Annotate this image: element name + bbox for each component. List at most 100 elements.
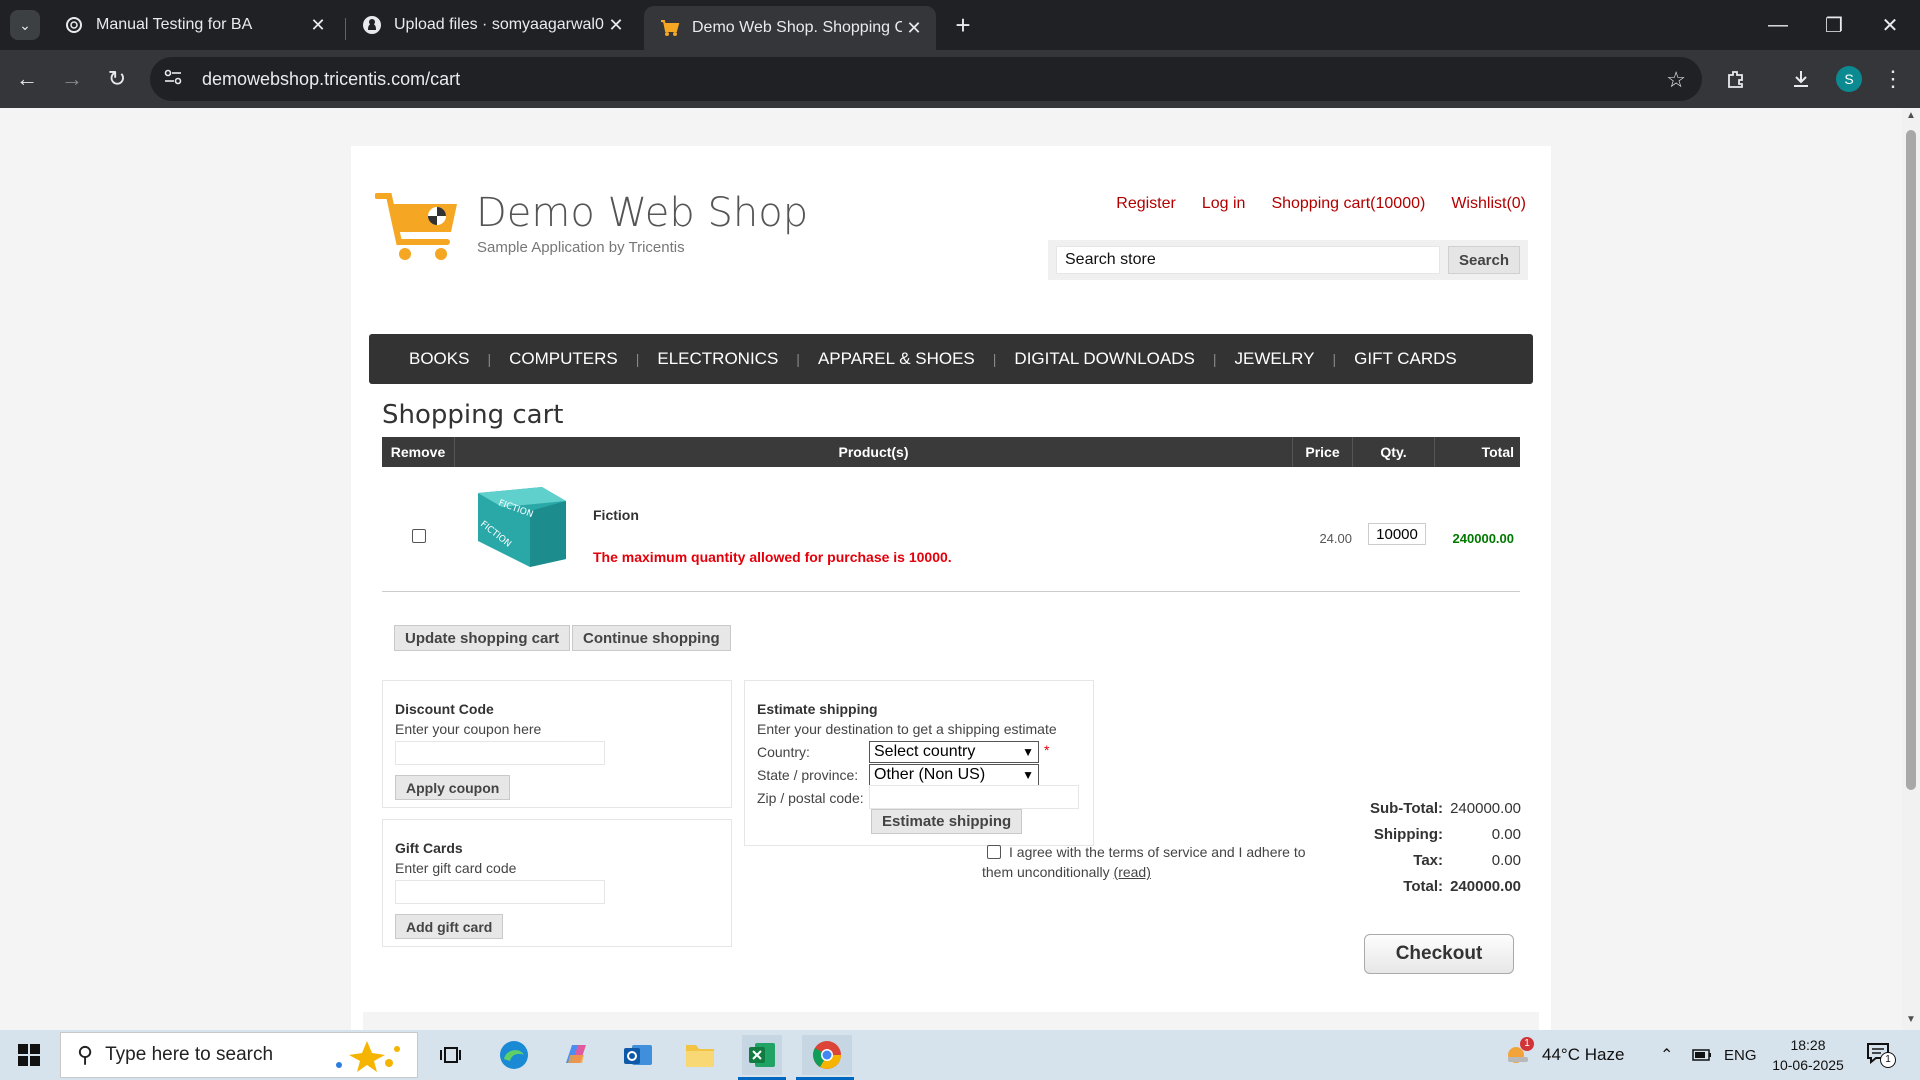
product-image[interactable]: FICTION FICTION [472, 485, 568, 572]
terms-read-link[interactable]: (read) [1114, 864, 1151, 880]
product-name-link[interactable]: Fiction [593, 507, 639, 523]
menu-kebab-icon[interactable]: ⋮ [1878, 64, 1908, 94]
header-links: Register Log in Shopping cart(10000) Wis… [1090, 195, 1526, 213]
shopping-cart-link[interactable]: Shopping cart(10000) [1271, 195, 1425, 213]
close-tab-icon[interactable]: ✕ [306, 15, 330, 36]
chrome-icon[interactable] [802, 1035, 852, 1075]
shop-logo-cart-icon[interactable] [374, 192, 461, 269]
register-link[interactable]: Register [1116, 195, 1176, 213]
shop-title[interactable]: Demo Web Shop [476, 190, 808, 236]
downloads-icon[interactable] [1786, 64, 1816, 94]
estimate-shipping-button[interactable]: Estimate shipping [871, 809, 1023, 834]
page-title: Shopping cart [382, 400, 564, 430]
profile-avatar[interactable]: S [1836, 66, 1862, 92]
clock[interactable]: 18:28 10-06-2025 [1770, 1030, 1846, 1080]
tab-search-icon[interactable]: ⌄ [10, 10, 40, 40]
update-cart-button[interactable]: Update shopping cart [394, 625, 571, 651]
tab-demo-web-shop[interactable]: Demo Web Shop. Shopping Cart ✕ [644, 6, 936, 50]
menu-electronics[interactable]: ELECTRONICS [639, 349, 796, 369]
unit-price: 24.00 [1319, 531, 1352, 546]
gift-cards-hint: Enter gift card code [395, 860, 517, 876]
discount-hint: Enter your coupon here [395, 721, 542, 737]
site-info-icon[interactable] [164, 69, 188, 90]
quantity-warning: The maximum quantity allowed for purchas… [593, 549, 952, 565]
state-select-value: Other (Non US) [874, 766, 986, 783]
col-qty: Qty. [1353, 437, 1435, 467]
reload-icon[interactable]: ↻ [102, 64, 132, 94]
terms-checkbox[interactable] [987, 845, 1001, 859]
line-total: 240000.00 [1452, 531, 1514, 546]
minimize-icon[interactable]: — [1750, 0, 1806, 50]
page-viewport: Demo Web Shop Sample Application by Tric… [0, 108, 1902, 1030]
language-indicator[interactable]: ENG [1724, 1030, 1757, 1080]
windows-taskbar: ⚲ Type here to search 1 44°C Haze ⌃ ENG [0, 1030, 1920, 1080]
checkout-button[interactable]: Checkout [1364, 934, 1514, 974]
scroll-up-arrow-icon[interactable]: ▲ [1906, 110, 1916, 121]
close-tab-icon[interactable]: ✕ [902, 18, 926, 39]
scrollbar-thumb[interactable] [1906, 130, 1916, 790]
weather-icon: 1 [1504, 1036, 1534, 1070]
subtotal-row: Sub-Total: 240000.00 [1161, 800, 1521, 820]
top-menu: BOOKS | COMPUTERS | ELECTRONICS | APPAREL &… [369, 334, 1533, 384]
gift-card-input[interactable] [395, 880, 605, 904]
menu-apparel-shoes[interactable]: APPAREL & SHOES [800, 349, 993, 369]
notifications-icon[interactable]: 1 [1866, 1030, 1896, 1080]
menu-computers[interactable]: COMPUTERS [491, 349, 636, 369]
close-window-icon[interactable]: ✕ [1862, 0, 1918, 50]
new-tab-button[interactable]: + [948, 10, 978, 40]
search-button[interactable]: Search [1448, 246, 1520, 274]
menu-gift-cards[interactable]: GIFT CARDS [1336, 349, 1475, 369]
coupon-input[interactable] [395, 741, 605, 765]
menu-jewelry[interactable]: JEWELRY [1216, 349, 1332, 369]
restore-icon[interactable]: ❐ [1806, 0, 1862, 50]
country-label: Country: [757, 744, 810, 760]
copilot-icon[interactable] [556, 1035, 596, 1075]
tab-upload-files[interactable]: Upload files · somyaagarwal011 ✕ [346, 6, 638, 44]
wishlist-link[interactable]: Wishlist(0) [1451, 195, 1526, 213]
weather-badge: 1 [1520, 1036, 1534, 1051]
search-icon: ⚲ [77, 1042, 94, 1067]
back-icon[interactable]: ← [12, 64, 42, 94]
add-gift-card-button[interactable]: Add gift card [395, 914, 504, 939]
show-hidden-icons[interactable]: ⌃ [1660, 1030, 1673, 1080]
battery-icon[interactable] [1692, 1030, 1712, 1080]
file-explorer-icon[interactable] [680, 1035, 720, 1075]
menu-digital-downloads[interactable]: DIGITAL DOWNLOADS [996, 349, 1212, 369]
scroll-down-arrow-icon[interactable]: ▼ [1906, 1014, 1916, 1025]
taskbar-search-placeholder: Type here to search [105, 1044, 274, 1065]
weather-widget[interactable]: 1 44°C Haze [1504, 1030, 1624, 1080]
forward-icon[interactable]: → [57, 64, 87, 94]
edge-icon[interactable] [494, 1035, 534, 1075]
search-store-input[interactable] [1056, 246, 1440, 274]
address-bar[interactable]: demowebshop.tricentis.com/cart ☆ [150, 57, 1702, 101]
task-view-icon[interactable] [430, 1035, 470, 1075]
browser-tab-strip: ⌄ Manual Testing for BA ✕ Upload files ·… [0, 0, 1920, 50]
menu-books[interactable]: BOOKS [391, 349, 487, 369]
excel-icon[interactable] [742, 1035, 782, 1075]
tab-manual-testing[interactable]: Manual Testing for BA ✕ [48, 6, 340, 44]
table-row: FICTION FICTION Fiction The maximum quan… [382, 467, 1520, 592]
page-scrollbar[interactable]: ▲ ▼ [1902, 108, 1920, 1030]
zip-input[interactable] [869, 785, 1079, 809]
extensions-icon[interactable] [1721, 64, 1751, 94]
gift-cards-heading: Gift Cards [395, 840, 463, 856]
country-select-value: Select country [874, 743, 976, 760]
cart-table-header: Remove Product(s) Price Qty. Total [382, 437, 1520, 467]
state-select[interactable]: Other (Non US) ▼ [869, 764, 1039, 786]
search-highlight-icon [327, 1039, 407, 1078]
shipping-heading: Estimate shipping [757, 701, 878, 717]
apply-coupon-button[interactable]: Apply coupon [395, 775, 511, 800]
chevron-down-icon: ▼ [1022, 745, 1034, 759]
gift-cards-panel: Gift Cards Enter gift card code Add gift… [382, 819, 732, 947]
country-select[interactable]: Select country ▼ [869, 741, 1039, 763]
continue-shopping-button[interactable]: Continue shopping [572, 625, 731, 651]
quantity-input[interactable] [1368, 523, 1426, 545]
outlook-icon[interactable] [618, 1035, 658, 1075]
windows-start-icon[interactable] [18, 1044, 40, 1066]
close-tab-icon[interactable]: ✕ [604, 15, 628, 36]
login-link[interactable]: Log in [1202, 195, 1246, 213]
bookmark-star-icon[interactable]: ☆ [1666, 67, 1686, 93]
taskbar-search[interactable]: ⚲ Type here to search [60, 1032, 418, 1078]
total-label: Total: [1403, 878, 1443, 895]
remove-checkbox[interactable] [412, 529, 426, 543]
